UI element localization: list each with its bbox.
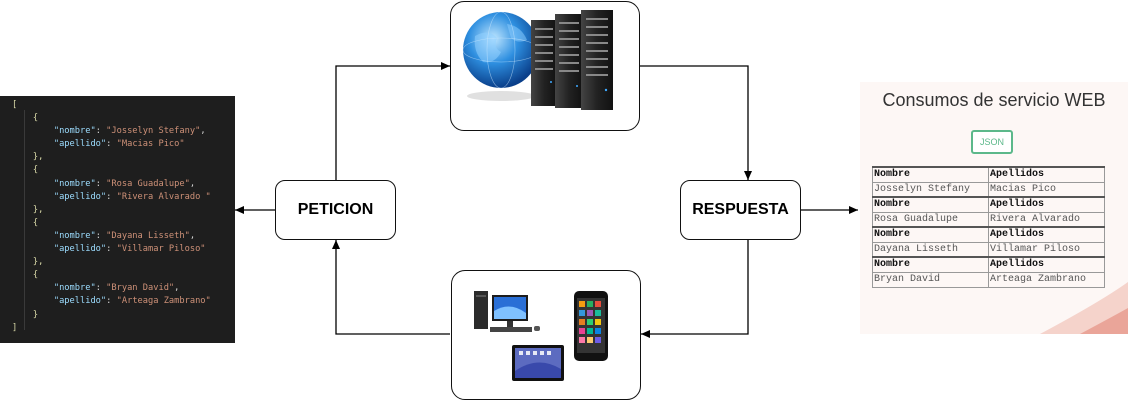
cell-apellidos: Rivera Alvarado: [988, 211, 1105, 228]
cell-nombre: Josselyn Stefany: [872, 181, 989, 198]
table-header-row: Nombre Apellidos: [872, 256, 1105, 273]
respuesta-label: RESPUESTA: [692, 201, 789, 218]
table-header-row: Nombre Apellidos: [872, 166, 1105, 183]
header-apellidos: Apellidos: [988, 226, 1105, 243]
cell-apellidos: Macias Pico: [988, 181, 1105, 198]
cell-nombre: Rosa Guadalupe: [872, 211, 989, 228]
peticion-label: PETICION: [297, 201, 374, 218]
header-nombre: Nombre: [872, 256, 989, 273]
header-nombre: Nombre: [872, 166, 989, 183]
table-row: Rosa Guadalupe Rivera Alvarado: [872, 211, 1105, 228]
header-nombre: Nombre: [872, 196, 989, 213]
header-apellidos: Apellidos: [988, 166, 1105, 183]
globe-server-icon: [462, 10, 613, 110]
table-header-row: Nombre Apellidos: [872, 196, 1105, 213]
client-devices-node: [451, 270, 641, 400]
header-apellidos: Apellidos: [988, 256, 1105, 273]
arrow-peticion-to-server: [335, 62, 450, 180]
arrow-respuesta-to-devices: [641, 240, 749, 338]
table-header-row: Nombre Apellidos: [872, 226, 1105, 243]
table-row: Dayana Lisseth Villamar Piloso: [872, 241, 1105, 258]
arrow-server-to-respuesta: [627, 65, 752, 180]
devices-icon: [474, 291, 608, 381]
server-node: [450, 1, 640, 131]
json-button[interactable]: JSON: [971, 130, 1013, 154]
header-apellidos: Apellidos: [988, 196, 1105, 213]
result-table: Nombre Apellidos Josselyn Stefany Macias…: [872, 166, 1105, 288]
header-nombre: Nombre: [872, 226, 989, 243]
cell-nombre: Bryan David: [872, 271, 989, 288]
table-row: Bryan David Arteaga Zambrano: [872, 271, 1105, 288]
arrow-devices-to-peticion: [332, 240, 450, 335]
cell-nombre: Dayana Lisseth: [872, 241, 989, 258]
web-result-panel: Consumos de servicio WEB JSON Nombre Ape…: [860, 82, 1128, 334]
web-page-title: Consumos de servicio WEB: [882, 90, 1106, 110]
table-row: Josselyn Stefany Macias Pico: [872, 181, 1105, 198]
cell-apellidos: Villamar Piloso: [988, 241, 1105, 258]
cell-apellidos: Arteaga Zambrano: [988, 271, 1105, 288]
